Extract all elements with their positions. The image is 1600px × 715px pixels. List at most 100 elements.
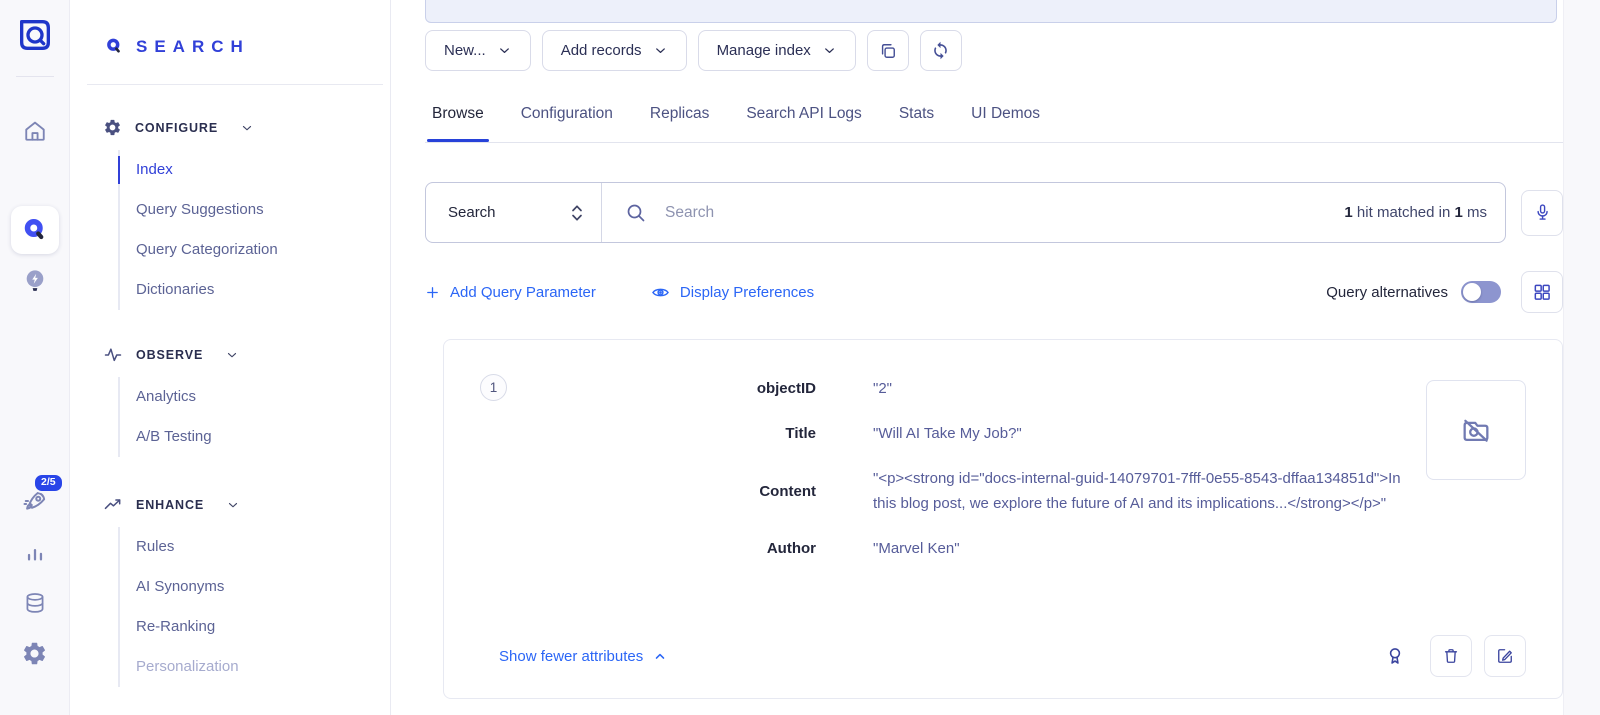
- sidebar-title: SEARCH: [136, 37, 250, 57]
- section-enhance-label: ENHANCE: [136, 498, 204, 512]
- query-alternatives-toggle[interactable]: [1461, 281, 1501, 303]
- hits-summary: 1 hit matched in 1 ms: [1344, 204, 1487, 221]
- sidebar-item-query-suggestions[interactable]: Query Suggestions: [120, 190, 390, 230]
- attribute-name: objectID: [486, 376, 816, 401]
- search-icon: [624, 201, 648, 225]
- sidebar-divider: [87, 84, 383, 85]
- search-active-icon: [20, 215, 50, 245]
- record-actions: [1380, 635, 1526, 677]
- search-product-icon: [104, 36, 125, 57]
- record-attributes: objectID "2" Title "Will AI Take My Job?…: [486, 376, 1562, 561]
- add-query-parameter-label: Add Query Parameter: [450, 284, 596, 301]
- sidebar-item-analytics[interactable]: Analytics: [120, 377, 390, 417]
- sidebar-item-ab-testing[interactable]: A/B Testing: [120, 417, 390, 457]
- section-configure[interactable]: CONFIGURE: [71, 118, 390, 137]
- section-configure-label: CONFIGURE: [135, 121, 218, 135]
- chevron-down-icon: [240, 121, 254, 135]
- refresh-button[interactable]: [920, 30, 962, 71]
- rail-divider: [16, 76, 54, 77]
- rail-settings-item[interactable]: [20, 638, 50, 668]
- toggle-knob: [1463, 283, 1481, 301]
- ranking-info-button[interactable]: [1380, 641, 1410, 671]
- tab-browse[interactable]: Browse: [432, 105, 484, 142]
- tab-replicas[interactable]: Replicas: [650, 105, 709, 142]
- section-observe[interactable]: OBSERVE: [71, 345, 390, 364]
- tab-ui-demos[interactable]: UI Demos: [971, 105, 1040, 142]
- copy-index-button[interactable]: [867, 30, 909, 71]
- usage-badge: 2/5: [33, 473, 64, 493]
- manage-index-button[interactable]: Manage index: [698, 30, 856, 71]
- tab-search-api-logs[interactable]: Search API Logs: [746, 105, 861, 142]
- sidebar-item-dictionaries[interactable]: Dictionaries: [120, 270, 390, 310]
- add-records-button[interactable]: Add records: [542, 30, 687, 71]
- manage-index-label: Manage index: [717, 42, 811, 59]
- show-fewer-attributes-link[interactable]: Show fewer attributes: [499, 648, 667, 665]
- observe-pulse-icon: [103, 345, 123, 365]
- app-rail: 2/5: [0, 0, 70, 715]
- rail-recommend-item[interactable]: [20, 265, 50, 297]
- sidebar-item-ai-synonyms[interactable]: AI Synonyms: [120, 567, 390, 607]
- award-icon: [1383, 644, 1407, 668]
- sidebar-item-index[interactable]: Index: [120, 150, 390, 190]
- algolia-logo[interactable]: [12, 12, 58, 58]
- sidebar-item-re-ranking[interactable]: Re-Ranking: [120, 607, 390, 647]
- refresh-icon: [931, 41, 950, 60]
- display-preferences-link[interactable]: Display Preferences: [651, 283, 814, 302]
- recommend-bulb-icon: [21, 266, 49, 296]
- section-enhance[interactable]: ENHANCE: [71, 495, 390, 514]
- attribute-value: "Will AI Take My Job?": [873, 421, 1413, 446]
- delete-record-button[interactable]: [1430, 635, 1472, 677]
- sidebar-item-rules[interactable]: Rules: [120, 527, 390, 567]
- configure-items: Index Query Suggestions Query Categoriza…: [118, 150, 390, 310]
- attribute-value: "Marvel Ken": [873, 536, 1413, 561]
- attribute-value: "2": [873, 376, 1413, 401]
- configure-gear-icon: [103, 118, 122, 137]
- edit-record-button[interactable]: [1484, 635, 1526, 677]
- microphone-icon: [1532, 202, 1553, 223]
- home-icon: [21, 117, 49, 145]
- query-alternatives-label: Query alternatives: [1326, 284, 1448, 301]
- voice-search-button[interactable]: [1521, 190, 1563, 236]
- search-mode-select[interactable]: Search: [426, 183, 602, 242]
- chevron-down-icon: [822, 43, 837, 58]
- display-preferences-label: Display Preferences: [680, 284, 814, 301]
- tab-configuration[interactable]: Configuration: [521, 105, 613, 142]
- sidebar-header: SEARCH: [71, 0, 390, 57]
- attribute-value: "<p><strong id="docs-internal-guid-14079…: [873, 466, 1413, 516]
- rail-data-item[interactable]: [21, 589, 49, 617]
- query-parameters-row: Add Query Parameter Display Preferences …: [425, 271, 1563, 313]
- sidebar-item-query-categorization[interactable]: Query Categorization: [120, 230, 390, 270]
- index-tabs: Browse Configuration Replicas Search API…: [425, 105, 1563, 143]
- search-input-area: 1 hit matched in 1 ms: [602, 183, 1505, 242]
- rail-home-item[interactable]: [20, 116, 50, 146]
- search-input[interactable]: [665, 204, 1327, 222]
- copy-icon: [878, 41, 898, 61]
- new-button-label: New...: [444, 42, 486, 59]
- layout-grid-button[interactable]: [1521, 271, 1563, 313]
- info-banner: [425, 0, 1557, 23]
- add-query-parameter-link[interactable]: Add Query Parameter: [425, 284, 596, 301]
- trash-icon: [1441, 646, 1461, 666]
- algolia-logo-icon: [15, 15, 55, 55]
- search-mode-value: Search: [448, 204, 496, 221]
- sidebar-item-personalization[interactable]: Personalization: [120, 647, 390, 687]
- observe-items: Analytics A/B Testing: [118, 377, 390, 457]
- scrollbar-gutter[interactable]: [1563, 0, 1600, 715]
- chevron-down-icon: [497, 43, 512, 58]
- show-fewer-label: Show fewer attributes: [499, 648, 643, 665]
- settings-gear-icon: [21, 640, 48, 667]
- record-card: 1 objectID "2" Title "Will AI Take My Jo…: [443, 339, 1563, 699]
- stepper-chevrons-icon: [569, 202, 585, 224]
- attribute-name: Title: [486, 421, 816, 446]
- edit-icon: [1495, 646, 1515, 666]
- eye-icon: [651, 283, 670, 302]
- tab-stats[interactable]: Stats: [899, 105, 934, 142]
- new-button[interactable]: New...: [425, 30, 531, 71]
- rail-search-item[interactable]: [11, 206, 59, 254]
- database-icon: [22, 590, 48, 616]
- enhance-trend-icon: [103, 495, 123, 515]
- index-toolbar: New... Add records Manage index: [425, 30, 1563, 71]
- rail-analytics-item[interactable]: [21, 541, 49, 569]
- chevron-down-icon: [226, 498, 240, 512]
- no-image-icon: [1459, 413, 1493, 447]
